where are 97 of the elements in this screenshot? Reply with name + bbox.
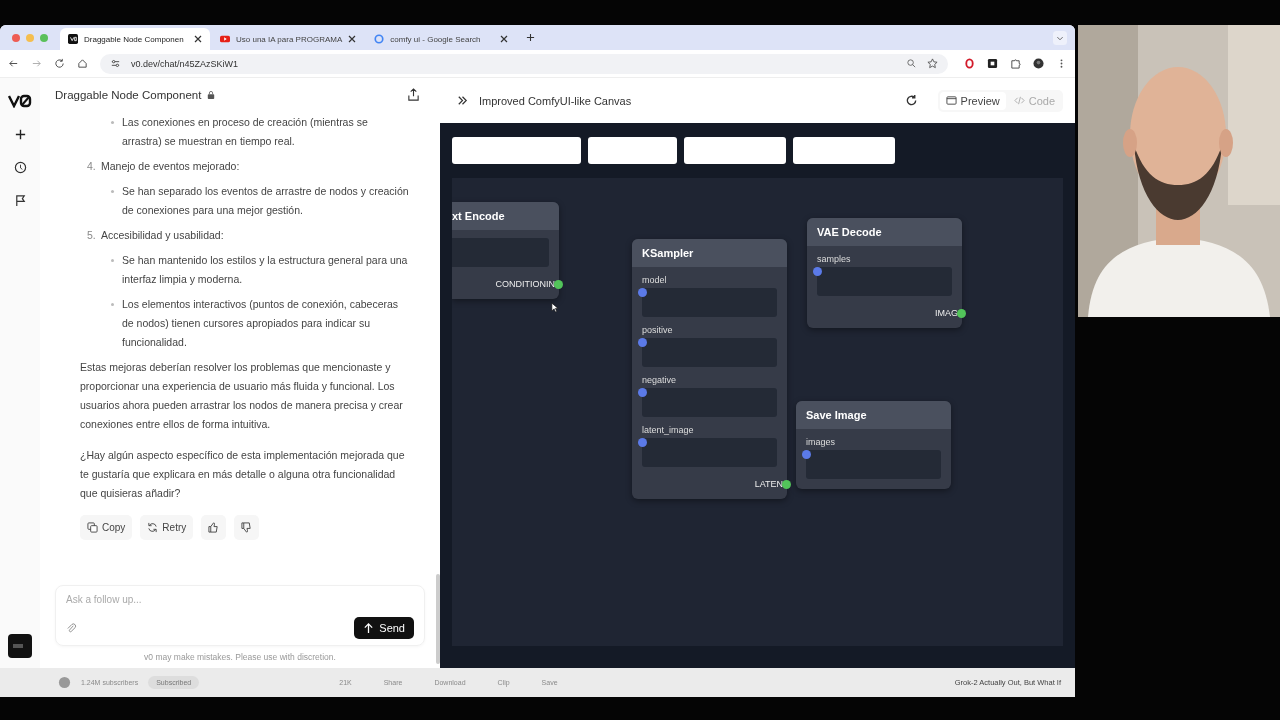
input-port[interactable] (638, 288, 647, 297)
lock-icon (207, 89, 216, 100)
input-port[interactable] (813, 267, 822, 276)
puzzle-icon[interactable] (1010, 58, 1021, 69)
bullet-text: Se han separado los eventos de arrastre de nodos y creación de conexiones para una mejor gestión. (122, 184, 410, 218)
input-field[interactable] (806, 450, 941, 479)
star-icon[interactable] (927, 58, 938, 69)
bullet-text: Las conexiones en proceso de creación (mientras se arrastra) se muestran en tiempo real. (122, 115, 369, 149)
input-field[interactable] (452, 238, 549, 267)
bullet-dot (111, 121, 114, 124)
site-settings-icon (110, 58, 121, 69)
dislike-button[interactable] (234, 515, 260, 540)
avatar-icon[interactable] (8, 634, 32, 658)
profile-icon[interactable] (1033, 58, 1044, 69)
bullet-text: Se han mantenido los estilos y la estructura general para una interfaz limpia y moderna. (122, 253, 409, 287)
site-icon (68, 34, 78, 44)
tab-list-icon[interactable] (1053, 30, 1067, 45)
input-label: samples (817, 254, 852, 264)
input-field[interactable] (817, 267, 952, 296)
message-paragraph: ¿Hay algún aspecto específico de esta implementación mejorada que te gustaría que explicara en más detalle o alguna otra funcionalidad que quisieras añadir? (80, 448, 406, 501)
refresh-icon[interactable] (904, 94, 918, 107)
output-label: IMAG (935, 308, 958, 318)
new-tab-icon[interactable] (526, 33, 536, 42)
url-text: v0.dev/chat/n45ZAzSKiW1 (131, 58, 239, 69)
list-heading: Accesibilidad y usabilidad: (101, 228, 224, 243)
plus-icon[interactable] (13, 128, 27, 141)
double-chevron-icon[interactable] (456, 94, 469, 107)
view-tab[interactable]: Preview (939, 91, 1006, 110)
input-port[interactable] (802, 450, 811, 459)
thumbs-up-icon (208, 522, 220, 533)
window-icon (945, 95, 957, 106)
home-icon[interactable] (77, 58, 88, 69)
clock-icon[interactable] (13, 161, 27, 174)
bullet-text: Los elementos interactivos (puntos de conexión, cabeceras de nodos) tienen cursores apropiados para indicar su funcionalidad. (122, 297, 400, 350)
channel-icon (58, 676, 71, 689)
message-paragraph: Estas mejoras deberían resolver los problemas que mencionaste y proporcionar una experiencia de usuario más fluida y funcional. Los usuarios ahora pueden arrastrar los nodos de manera precisa y crear conexiones entre ellos de forma intuitiva. (80, 360, 404, 432)
output-port[interactable] (782, 479, 791, 489)
node-title[interactable]: xt Encode (452, 202, 559, 230)
search-engine-icon (374, 34, 385, 44)
input-label: latent_image (642, 425, 695, 435)
bullet-dot (111, 303, 114, 306)
reload-icon[interactable] (54, 58, 65, 69)
browser-tab[interactable]: comfy ui - Google Search (366, 28, 517, 50)
disclaimer-text: v0 may make mistakes. Please use with discretion. (143, 651, 337, 664)
paperclip-icon[interactable] (66, 622, 77, 634)
input-port[interactable] (638, 338, 647, 347)
input-label: images (806, 437, 836, 447)
play-icon (220, 34, 230, 44)
node-title[interactable]: KSampler (632, 239, 787, 267)
input-label: model (642, 275, 668, 285)
node-title[interactable]: VAE Decode (807, 218, 962, 246)
list-heading: Manejo de eventos mejorado: (101, 159, 240, 174)
output-port[interactable] (554, 279, 563, 289)
share-icon[interactable] (407, 88, 420, 101)
input-port[interactable] (638, 438, 647, 447)
input-label: negative (642, 375, 678, 385)
list-number: 5. (87, 228, 97, 243)
send-button[interactable]: Send (354, 617, 414, 639)
close-window-button[interactable] (12, 33, 20, 42)
node-title[interactable]: Save Image (796, 401, 951, 429)
input-field[interactable] (642, 388, 777, 417)
input-field[interactable] (642, 338, 777, 367)
browser-tab[interactable]: Draggable Node Componen (60, 28, 210, 50)
thumbs-down-icon (241, 522, 253, 533)
chat-title: Draggable Node Component (55, 88, 202, 101)
close-icon[interactable] (348, 35, 357, 43)
like-button[interactable] (201, 515, 227, 540)
address-bar[interactable]: v0.dev/chat/n45ZAzSKiW1 (100, 53, 948, 74)
message-composer[interactable]: Ask a follow up... Send (55, 585, 425, 646)
input-field[interactable] (642, 288, 777, 317)
retry-button[interactable]: Retry (140, 515, 194, 540)
output-label: LATEN (754, 479, 783, 489)
output-port[interactable] (957, 308, 966, 318)
list-number: 4. (87, 159, 97, 174)
node-card[interactable]: Save Image images (796, 401, 951, 489)
zoom-icon[interactable] (906, 58, 917, 69)
back-icon[interactable] (8, 58, 19, 69)
close-icon[interactable] (194, 35, 202, 43)
output-label: CONDITIONIN (495, 279, 555, 289)
node-canvas[interactable]: xt Encode CONDITIONIN KSampler model positive negative latent_image LATEN VAE Decode samples IMAG Save Image images (452, 178, 1063, 646)
cursor-icon (551, 302, 558, 313)
copy-button[interactable]: Copy (80, 515, 133, 540)
input-label: positive (642, 325, 674, 335)
input-port[interactable] (638, 388, 647, 397)
close-icon[interactable] (500, 35, 509, 43)
browser-tab[interactable]: Uso una IA para PROGRAMA (212, 28, 365, 50)
copy-icon (87, 522, 98, 533)
flag-icon[interactable] (13, 194, 27, 207)
bullet-dot (111, 190, 114, 193)
input-field[interactable] (642, 438, 777, 467)
code-icon (1013, 95, 1025, 106)
bullet-dot (111, 259, 114, 262)
logo-icon[interactable] (8, 94, 32, 108)
refresh-icon (147, 522, 159, 533)
extension-icon[interactable] (987, 58, 998, 69)
arrow-up-icon (363, 622, 375, 634)
preview-title: Improved ComfyUI-like Canvas (479, 94, 632, 107)
